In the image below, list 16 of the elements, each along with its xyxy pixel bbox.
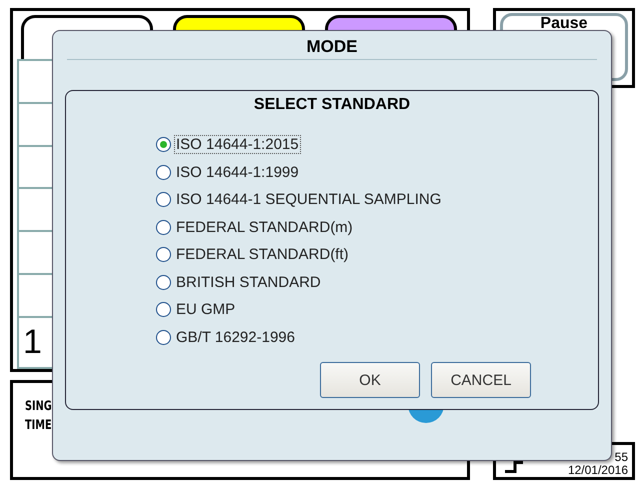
info-label: SING (25, 399, 53, 414)
option-label[interactable]: ISO 14644-1:1999 (174, 162, 301, 182)
option-label[interactable]: BRITISH STANDARD (174, 272, 323, 292)
option-label[interactable]: GB/T 16292-1996 (174, 328, 297, 347)
dialog-button[interactable]: CANCEL (431, 362, 531, 398)
panel-title: SELECT STANDARD (252, 95, 412, 114)
dialog-button[interactable]: OK (320, 362, 420, 398)
option-label[interactable]: FEDERAL STANDARD(m) (174, 218, 355, 237)
date-text: 12/01/2016 (568, 464, 628, 477)
option-label[interactable]: EU GMP (174, 300, 238, 320)
option-label[interactable]: ISO 14644-1:2015 (174, 135, 301, 154)
dialog-title: MODE (306, 36, 358, 58)
option-label[interactable]: FEDERAL STANDARD(ft) (174, 245, 351, 264)
time-text: 55 (614, 451, 628, 464)
info-label: TIME (25, 418, 53, 433)
option-label[interactable]: ISO 14644-1 SEQUENTIAL SAMPLING (174, 190, 444, 210)
